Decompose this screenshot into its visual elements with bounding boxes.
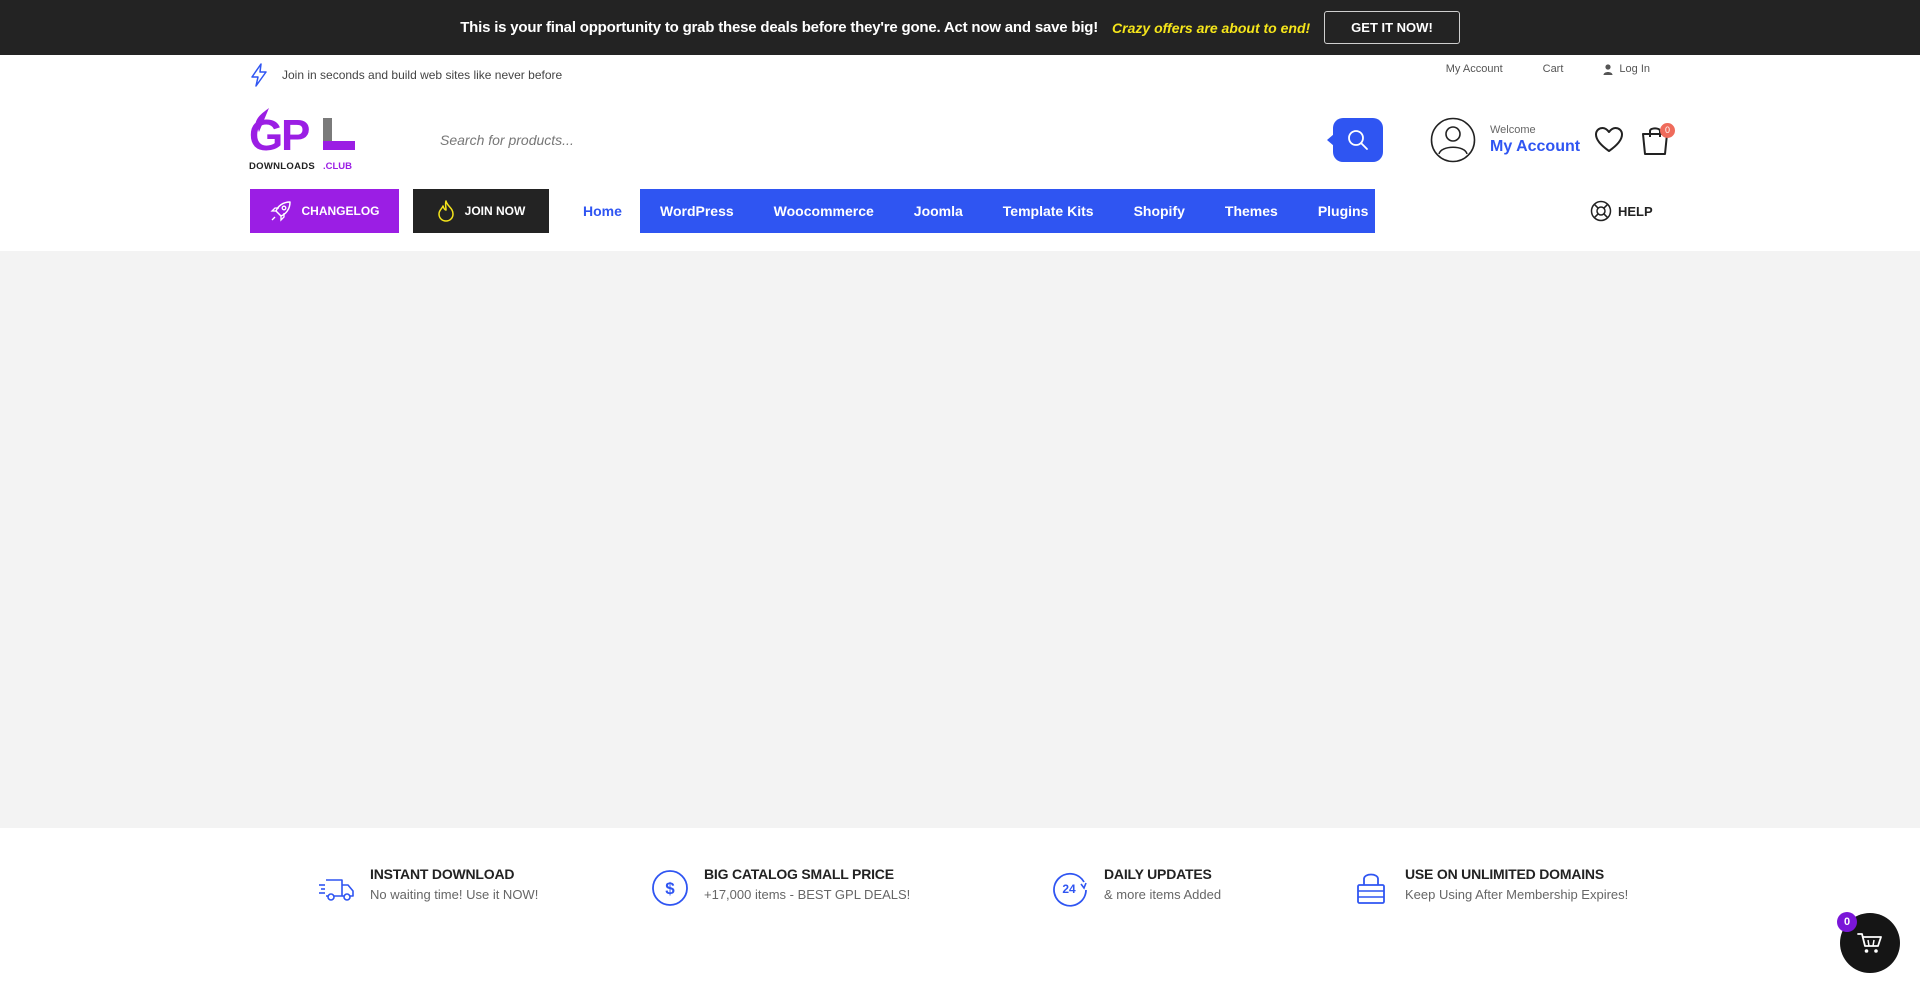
get-it-now-button[interactable]: GET IT NOW! xyxy=(1324,11,1460,44)
svg-text:.CLUB: .CLUB xyxy=(323,161,352,172)
feature-unlimited-domains: USE ON UNLIMITED DOMAINS Keep Using Afte… xyxy=(1351,866,1628,908)
promo-bar: This is your final opportunity to grab t… xyxy=(0,0,1920,55)
log-in-link[interactable]: Log In xyxy=(1603,63,1650,75)
svg-text:24: 24 xyxy=(1062,882,1076,896)
nav-home[interactable]: Home xyxy=(583,189,622,233)
feature-title: USE ON UNLIMITED DOMAINS xyxy=(1405,866,1604,882)
account-widget[interactable]: Welcome My Account xyxy=(1430,117,1580,163)
join-now-label: JOIN NOW xyxy=(464,204,526,218)
tagline: Join in seconds and build web sites like… xyxy=(282,68,563,82)
rocket-icon xyxy=(269,201,291,222)
heart-icon[interactable] xyxy=(1594,126,1624,154)
cart-link[interactable]: Cart xyxy=(1543,63,1564,75)
feature-instant-download: INSTANT DOWNLOAD No waiting time! Use it… xyxy=(316,866,538,908)
cart-icon xyxy=(1857,933,1882,953)
user-icon xyxy=(1603,63,1613,75)
feature-big-catalog: $ BIG CATALOG SMALL PRICE +17,000 items … xyxy=(650,866,910,908)
search-input[interactable] xyxy=(420,118,1382,162)
search-bar xyxy=(420,118,1383,162)
utility-bar: Join in seconds and build web sites like… xyxy=(250,63,1650,89)
log-in-label: Log In xyxy=(1619,63,1650,75)
feature-subtitle: No waiting time! Use it NOW! xyxy=(370,887,539,902)
changelog-button[interactable]: CHANGELOG xyxy=(250,189,399,233)
help-label: HELP xyxy=(1618,203,1653,219)
feature-subtitle: +17,000 items - BEST GPL DEALS! xyxy=(704,887,911,902)
features-bar: INSTANT DOWNLOAD No waiting time! Use it… xyxy=(0,828,1920,993)
feature-subtitle: & more items Added xyxy=(1104,887,1222,902)
changelog-label: CHANGELOG xyxy=(301,204,380,218)
help-link[interactable]: HELP xyxy=(1590,200,1653,222)
nav-plugins[interactable]: Plugins xyxy=(1298,189,1389,233)
svg-text:G: G xyxy=(249,111,283,160)
lifebuoy-icon xyxy=(1590,200,1612,222)
feature-title: INSTANT DOWNLOAD xyxy=(370,866,515,882)
nav-wordpress[interactable]: WordPress xyxy=(640,189,754,233)
svg-text:$: $ xyxy=(665,879,675,898)
lock-icon xyxy=(1357,873,1385,904)
main-nav: WordPress Woocommerce Joomla Template Ki… xyxy=(640,189,1375,233)
nav-themes[interactable]: Themes xyxy=(1205,189,1298,233)
dollar-coin-icon: $ xyxy=(652,870,688,906)
nav-woocommerce[interactable]: Woocommerce xyxy=(754,189,894,233)
join-now-button[interactable]: JOIN NOW xyxy=(413,189,549,233)
my-account-link[interactable]: My Account xyxy=(1446,63,1503,75)
welcome-label: Welcome xyxy=(1490,124,1536,136)
24-hours-icon: 24 xyxy=(1053,872,1087,907)
search-button[interactable] xyxy=(1327,118,1383,162)
nav-shopify[interactable]: Shopify xyxy=(1114,189,1205,233)
nav-template-kits[interactable]: Template Kits xyxy=(983,189,1114,233)
search-icon xyxy=(1348,130,1368,150)
my-account-label: My Account xyxy=(1490,138,1581,155)
promo-highlight: Crazy offers are about to end! xyxy=(1112,19,1311,36)
feature-title: DAILY UPDATES xyxy=(1104,866,1212,882)
user-avatar-icon xyxy=(1430,117,1476,163)
flame-icon xyxy=(437,200,454,222)
feature-title: BIG CATALOG SMALL PRICE xyxy=(704,866,894,882)
nav-joomla[interactable]: Joomla xyxy=(894,189,983,233)
cart-count-badge: 0 xyxy=(1660,123,1675,138)
main-content-area xyxy=(0,251,1920,828)
svg-text:DOWNLOADS: DOWNLOADS xyxy=(249,161,315,172)
svg-text:P: P xyxy=(281,111,310,160)
site-logo[interactable]: G P DOWNLOADS .CLUB xyxy=(249,106,357,174)
floating-cart-count-badge: 0 xyxy=(1837,912,1857,932)
delivery-truck-icon xyxy=(319,879,354,901)
feature-daily-updates: 24 DAILY UPDATES & more items Added xyxy=(1050,866,1221,908)
promo-message: This is your final opportunity to grab t… xyxy=(460,19,1099,36)
lightning-icon xyxy=(251,63,267,87)
feature-subtitle: Keep Using After Membership Expires! xyxy=(1405,887,1629,902)
